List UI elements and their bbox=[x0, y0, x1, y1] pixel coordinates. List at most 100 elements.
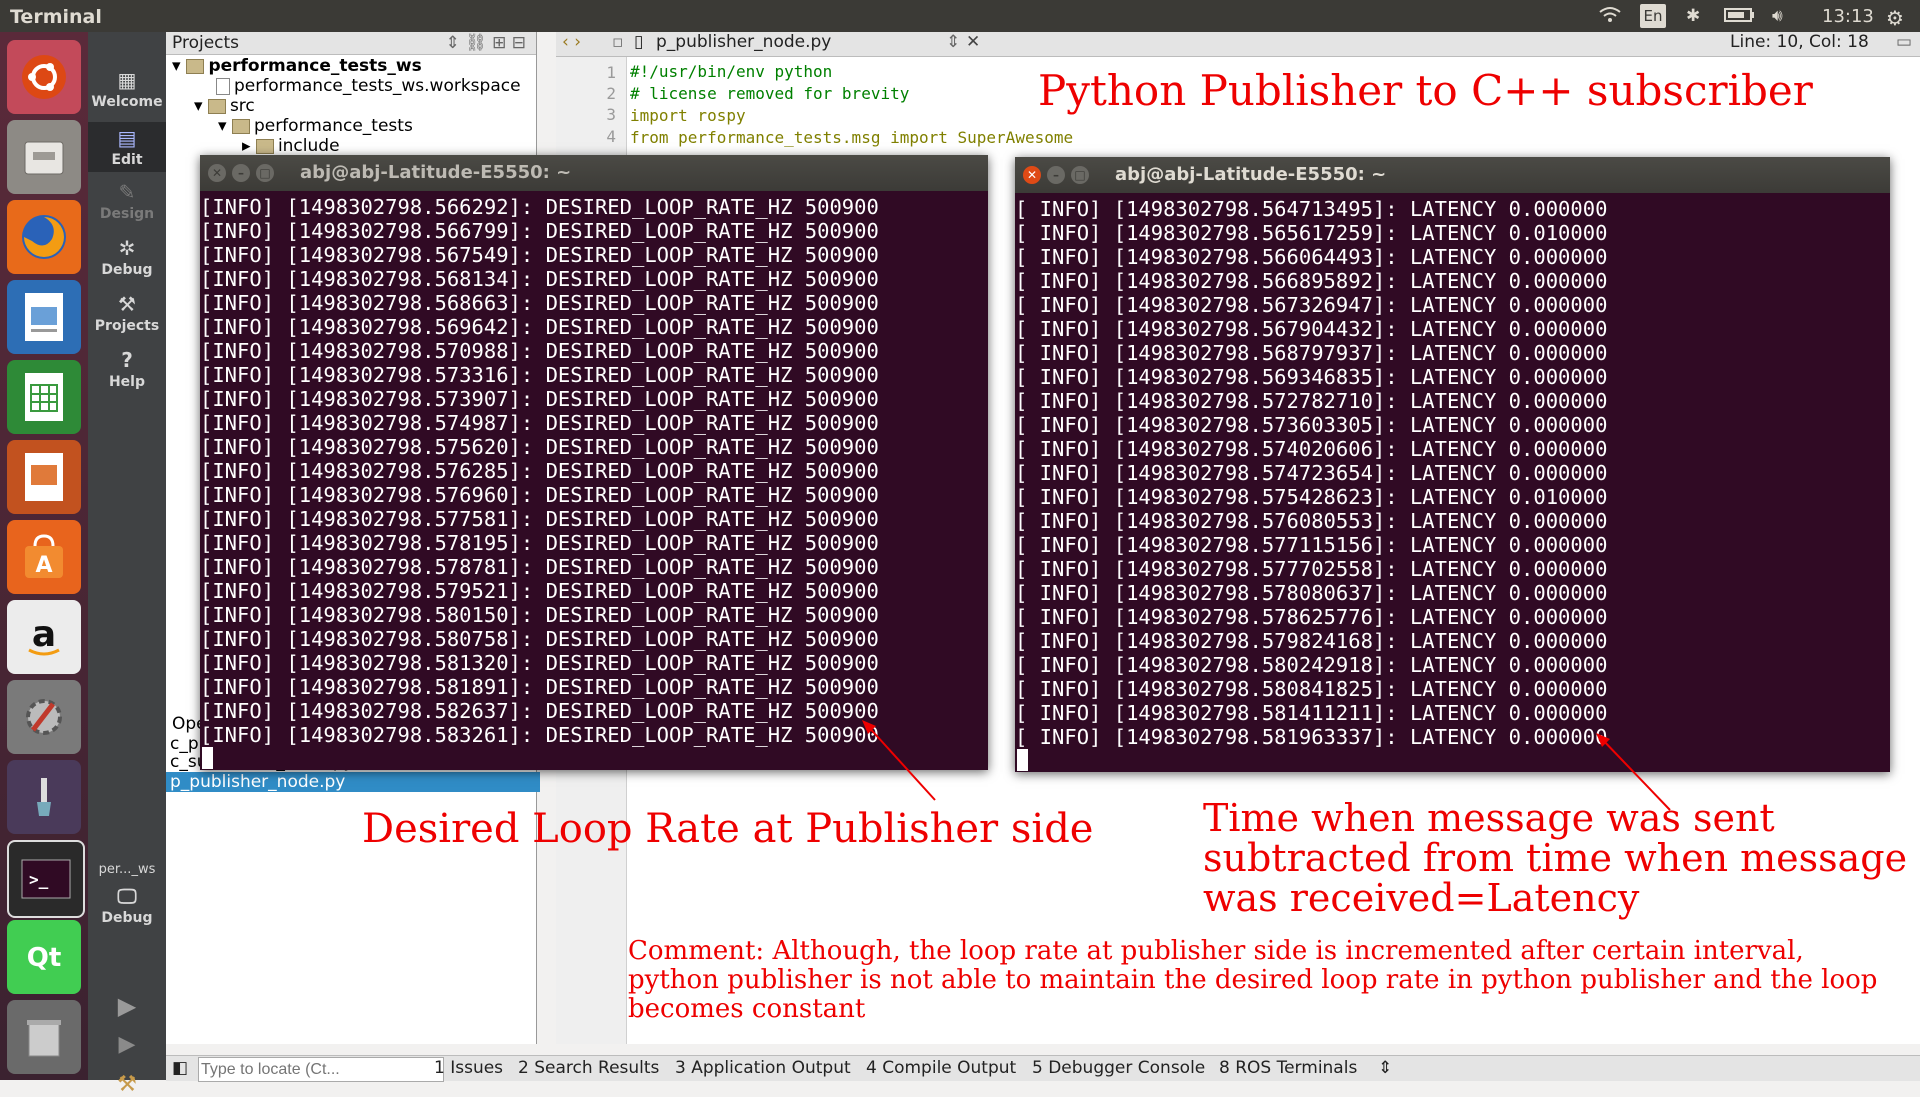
terminal-line: [INFO] [1498302798.582637]: DESIRED_LOOP… bbox=[200, 699, 879, 723]
minimize-icon[interactable]: – bbox=[232, 164, 250, 182]
system-settings-icon[interactable] bbox=[7, 680, 81, 754]
editor-file-tab[interactable]: p_publisher_node.py bbox=[656, 32, 831, 52]
toggle-sidebar-icon[interactable]: ◧ bbox=[172, 1058, 188, 1078]
writer-icon[interactable] bbox=[7, 280, 81, 354]
nav-back-forward-icon[interactable]: ‹ › bbox=[562, 32, 581, 52]
volume-icon[interactable]: 🔊︎ bbox=[1772, 6, 1783, 26]
battery-icon[interactable] bbox=[1724, 6, 1756, 29]
mode-edit[interactable]: ▤ Edit bbox=[88, 122, 166, 172]
terminal-line: [INFO] [1498302798.573907]: DESIRED_LOOP… bbox=[200, 387, 879, 411]
tree-item-workspace[interactable]: performance_tests_ws.workspace bbox=[216, 76, 521, 96]
terminal-window-publisher[interactable]: ✕ – □ abj@abj-Latitude-E5550: ~ [INFO] [… bbox=[200, 155, 988, 770]
terminal-line: [INFO] [1498302798.580150]: DESIRED_LOOP… bbox=[200, 603, 879, 627]
tree-item-root[interactable]: ▾ performance_tests_ws bbox=[172, 56, 422, 76]
minimize-icon[interactable]: – bbox=[1047, 166, 1065, 184]
terminal-line: [INFO] [1498302798.569642]: DESIRED_LOOP… bbox=[200, 315, 879, 339]
maximize-icon[interactable]: □ bbox=[256, 164, 274, 182]
files-icon[interactable] bbox=[7, 120, 81, 194]
trash-icon[interactable] bbox=[7, 1000, 81, 1074]
terminal-line: [INFO] [1498302798.568663]: DESIRED_LOOP… bbox=[200, 291, 879, 315]
wifi-icon[interactable] bbox=[1598, 6, 1622, 29]
run-button[interactable]: ▶ bbox=[88, 992, 166, 1020]
tree-label: include bbox=[277, 136, 340, 156]
mode-debug[interactable]: ✲ Debug bbox=[88, 236, 166, 278]
locator-input[interactable] bbox=[198, 1057, 444, 1082]
mode-label: Projects bbox=[94, 318, 160, 334]
impress-icon[interactable] bbox=[7, 440, 81, 514]
terminal-prompt[interactable] bbox=[200, 747, 988, 769]
terminal-output[interactable]: [INFO] [1498302798.566292]: DESIRED_LOOP… bbox=[200, 191, 988, 747]
line-number: 4 bbox=[606, 127, 616, 146]
maximize-icon[interactable]: □ bbox=[1071, 166, 1089, 184]
gear-icon[interactable]: ⚙ bbox=[1886, 6, 1904, 30]
ubuntu-dash-icon[interactable] bbox=[7, 40, 81, 114]
qt-creator-icon[interactable]: Qt bbox=[7, 920, 81, 994]
folder-icon bbox=[207, 98, 226, 114]
annotation-latency-line: was received=Latency bbox=[1203, 876, 1640, 920]
mode-design[interactable]: ✎ Design bbox=[88, 180, 166, 222]
projects-pane-header: Projects ⇕ ⛓ ⊞ ⊟ bbox=[166, 32, 536, 55]
terminal-line: [INFO] [1498302798.583261]: DESIRED_LOOP… bbox=[200, 723, 879, 747]
close-icon[interactable]: ✕ bbox=[208, 164, 226, 182]
firefox-icon[interactable] bbox=[7, 200, 81, 274]
clock[interactable]: 13:13 bbox=[1822, 6, 1874, 27]
terminal-icon[interactable]: >_ bbox=[7, 840, 85, 918]
mode-help[interactable]: ? Help bbox=[88, 348, 166, 390]
svg-text:Qt: Qt bbox=[27, 943, 62, 973]
mode-welcome[interactable]: ▦ Welcome bbox=[88, 68, 166, 110]
terminal-line: [INFO] [1498302798.576285]: DESIRED_LOOP… bbox=[200, 459, 879, 483]
keyboard-language-indicator[interactable]: En bbox=[1640, 4, 1666, 28]
kit-selector[interactable]: 🖵︎ Debug bbox=[88, 884, 166, 926]
terminal-output[interactable]: [ INFO] [1498302798.564713495]: LATENCY … bbox=[1015, 193, 1890, 749]
terminal-titlebar[interactable]: ✕ – □ abj@abj-Latitude-E5550: ~ bbox=[200, 155, 988, 191]
terminal-titlebar[interactable]: ✕ – □ abj@abj-Latitude-E5550: ~ bbox=[1015, 157, 1890, 193]
tab-issues[interactable]: 1 Issues bbox=[434, 1058, 503, 1078]
tree-label: src bbox=[229, 96, 255, 116]
output-pane-bar: ◧ 1 Issues 2 Search Results 3 Applicatio… bbox=[166, 1055, 1920, 1082]
terminal-prompt[interactable] bbox=[1015, 749, 1890, 771]
more-tabs-icon[interactable]: ⇕ bbox=[1378, 1058, 1392, 1078]
open-doc-item-selected[interactable]: p_publisher_node.py bbox=[166, 772, 540, 792]
mode-label: Welcome bbox=[91, 94, 163, 110]
tree-item-package[interactable]: ▾ performance_tests bbox=[218, 116, 413, 136]
terminal-line: [INFO] [1498302798.574987]: DESIRED_LOOP… bbox=[200, 411, 879, 435]
amazon-icon[interactable]: a bbox=[7, 600, 81, 674]
projects-pane-title: Projects bbox=[172, 33, 240, 53]
code-line: # license removed for brevity bbox=[630, 84, 910, 103]
tree-item-include[interactable]: ▸ include bbox=[242, 136, 340, 156]
pane-controls-icon[interactable]: ⇕ ⛓ ⊞ ⊟ bbox=[445, 32, 526, 54]
terminal-line: [ INFO] [1498302798.566895892]: LATENCY … bbox=[1015, 269, 1608, 293]
close-icon[interactable]: ✕ bbox=[1023, 166, 1041, 184]
terminal-line: [ INFO] [1498302798.576080553]: LATENCY … bbox=[1015, 509, 1608, 533]
terminal-line: [ INFO] [1498302798.579824168]: LATENCY … bbox=[1015, 629, 1608, 653]
tree-item-src[interactable]: ▾ src bbox=[194, 96, 255, 116]
build-button[interactable]: ⚒ bbox=[88, 1072, 166, 1097]
mode-projects[interactable]: ⚒ Projects bbox=[88, 292, 166, 334]
tab-debugger-console[interactable]: 5 Debugger Console bbox=[1032, 1058, 1205, 1078]
bluetooth-icon[interactable]: ✱ bbox=[1686, 6, 1700, 26]
software-center-icon[interactable]: A bbox=[7, 520, 81, 594]
tab-compile-output[interactable]: 4 Compile Output bbox=[866, 1058, 1016, 1078]
terminal-line: [INFO] [1498302798.566799]: DESIRED_LOOP… bbox=[200, 219, 879, 243]
mode-selector: ▦ Welcome ▤ Edit ✎ Design ✲ Debug ⚒ Projects … bbox=[88, 32, 166, 1097]
close-document-icon[interactable]: ✕ bbox=[966, 32, 980, 52]
tab-search-results[interactable]: 2 Search Results bbox=[518, 1058, 659, 1078]
terminal-line: [ INFO] [1498302798.574020606]: LATENCY … bbox=[1015, 437, 1608, 461]
tab-ros-terminals[interactable]: 8 ROS Terminals bbox=[1219, 1058, 1357, 1078]
open-doc-item[interactable]: c_p bbox=[170, 734, 199, 754]
terminal-line: [INFO] [1498302798.568134]: DESIRED_LOOP… bbox=[200, 267, 879, 291]
calc-icon[interactable] bbox=[7, 360, 81, 434]
tab-application-output[interactable]: 3 Application Output bbox=[675, 1058, 851, 1078]
split-icon[interactable]: ▭ bbox=[1896, 32, 1912, 52]
terminal-line: [INFO] [1498302798.566292]: DESIRED_LOOP… bbox=[200, 195, 879, 219]
terminal-line: [ INFO] [1498302798.564713495]: LATENCY … bbox=[1015, 197, 1608, 221]
paint-brush-icon[interactable] bbox=[7, 760, 81, 834]
terminal-line: [ INFO] [1498302798.581411211]: LATENCY … bbox=[1015, 701, 1608, 725]
session-selector[interactable]: per..._ws bbox=[88, 862, 166, 877]
terminal-line: [INFO] [1498302798.573316]: DESIRED_LOOP… bbox=[200, 363, 879, 387]
terminal-window-subscriber[interactable]: ✕ – □ abj@abj-Latitude-E5550: ~ [ INFO] … bbox=[1015, 157, 1890, 772]
file-switcher-icon[interactable]: ⇕ bbox=[946, 32, 960, 52]
help-icon: ? bbox=[121, 348, 133, 372]
edit-icon: ▤ bbox=[117, 126, 137, 150]
debug-run-button[interactable]: ▶ bbox=[88, 1032, 166, 1057]
